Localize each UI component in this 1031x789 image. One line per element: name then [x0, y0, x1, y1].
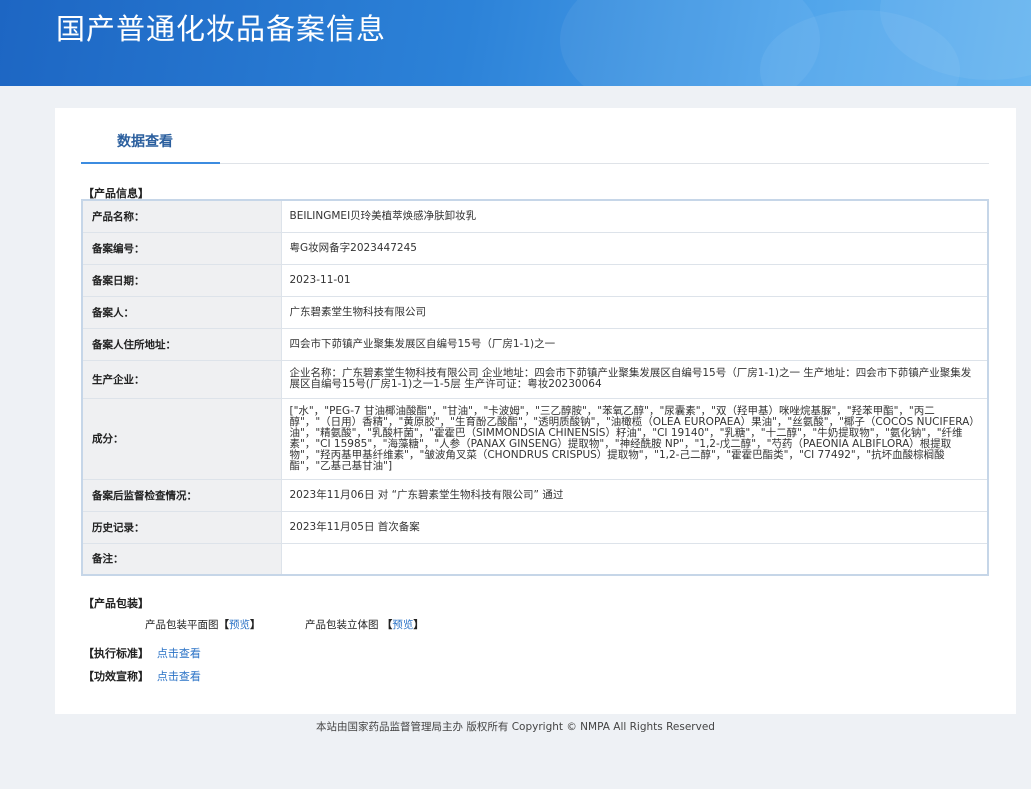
table-row: 备案人住所地址： 四会市下茆镇产业聚集发展区自编号15号（厂房1-1)之一: [81, 327, 989, 361]
standard-row: 【执行标准】 点击查看: [83, 645, 201, 661]
row-value: 粤G妆网备字2023447245: [280, 231, 989, 265]
tab-bar: 数据查看: [81, 108, 989, 164]
row-value: 企业名称：广东碧素堂生物科技有限公司 企业地址：四会市下茆镇产业聚集发展区自编号…: [280, 359, 989, 399]
row-value: [280, 542, 989, 576]
table-row: 成分： ["水"，"PEG-7 甘油椰油酸酯"，"甘油"，"卡波姆"，"三乙醇胺…: [81, 397, 989, 480]
product-info-table: 产品名称： BEILINGMEI贝玲美植萃焕感净肤卸妆乳 备案编号： 粤G妆网备…: [81, 199, 989, 576]
bracket-close: 】: [413, 619, 424, 631]
table-row: 产品名称： BEILINGMEI贝玲美植萃焕感净肤卸妆乳: [81, 199, 989, 233]
content-panel: 数据查看 【产品信息】 产品名称： BEILINGMEI贝玲美植萃焕感净肤卸妆乳…: [55, 108, 1016, 714]
efficacy-row: 【功效宣称】 点击查看: [83, 668, 201, 684]
row-label: 备案人住所地址：: [81, 327, 282, 361]
tab-data-view[interactable]: 数据查看: [81, 108, 220, 164]
page-footer: 本站由国家药品监督管理局主办 版权所有 Copyright © NMPA All…: [316, 721, 715, 733]
packaging-flat: 产品包装平面图【预览】: [145, 617, 261, 632]
efficacy-label: 【功效宣称】: [83, 670, 149, 683]
row-value: ["水"，"PEG-7 甘油椰油酸酯"，"甘油"，"卡波姆"，"三乙醇胺"，"苯…: [280, 397, 989, 480]
row-label: 产品名称：: [81, 199, 282, 233]
page-title: 国产普通化妆品备案信息: [56, 12, 387, 46]
row-label: 备案后监督检查情况：: [81, 478, 282, 512]
table-row: 备注：: [81, 542, 989, 576]
row-value: 广东碧素堂生物科技有限公司: [280, 295, 989, 329]
efficacy-view-link[interactable]: 点击查看: [157, 670, 201, 683]
preview-solid-link[interactable]: 预览: [392, 619, 413, 631]
packaging-title: 【产品包装】: [83, 597, 149, 610]
table-row: 历史记录： 2023年11月05日 首次备案: [81, 510, 989, 544]
row-label: 生产企业：: [81, 359, 282, 399]
table-row: 备案人： 广东碧素堂生物科技有限公司: [81, 295, 989, 329]
row-label: 历史记录：: [81, 510, 282, 544]
row-value: 2023年11月05日 首次备案: [280, 510, 989, 544]
standard-view-link[interactable]: 点击查看: [157, 647, 201, 660]
table-row: 备案后监督检查情况： 2023年11月06日 对 “广东碧素堂生物科技有限公司”…: [81, 478, 989, 512]
table-row: 生产企业： 企业名称：广东碧素堂生物科技有限公司 企业地址：四会市下茆镇产业聚集…: [81, 359, 989, 399]
table-row: 备案日期： 2023-11-01: [81, 263, 989, 297]
packaging-solid-label: 产品包装立体图: [305, 619, 379, 631]
packaging-flat-label: 产品包装平面图: [145, 619, 219, 631]
bracket-close: 】: [250, 619, 261, 631]
preview-flat-link[interactable]: 预览: [229, 619, 250, 631]
row-label: 备案日期：: [81, 263, 282, 297]
row-label: 备案编号：: [81, 231, 282, 265]
row-value: 四会市下茆镇产业聚集发展区自编号15号（厂房1-1)之一: [280, 327, 989, 361]
row-label: 成分：: [81, 397, 282, 480]
row-label: 备案人：: [81, 295, 282, 329]
standard-label: 【执行标准】: [83, 647, 149, 660]
bracket-open: 【: [381, 619, 393, 631]
bracket-open: 【: [218, 619, 230, 631]
row-value: BEILINGMEI贝玲美植萃焕感净肤卸妆乳: [280, 199, 989, 233]
row-value: 2023-11-01: [280, 263, 989, 297]
row-label: 备注：: [81, 542, 282, 576]
page-header: 国产普通化妆品备案信息: [0, 0, 1031, 86]
packaging-solid: 产品包装立体图 【预览】: [305, 617, 424, 632]
table-row: 备案编号： 粤G妆网备字2023447245: [81, 231, 989, 265]
row-value: 2023年11月06日 对 “广东碧素堂生物科技有限公司” 通过: [280, 478, 989, 512]
